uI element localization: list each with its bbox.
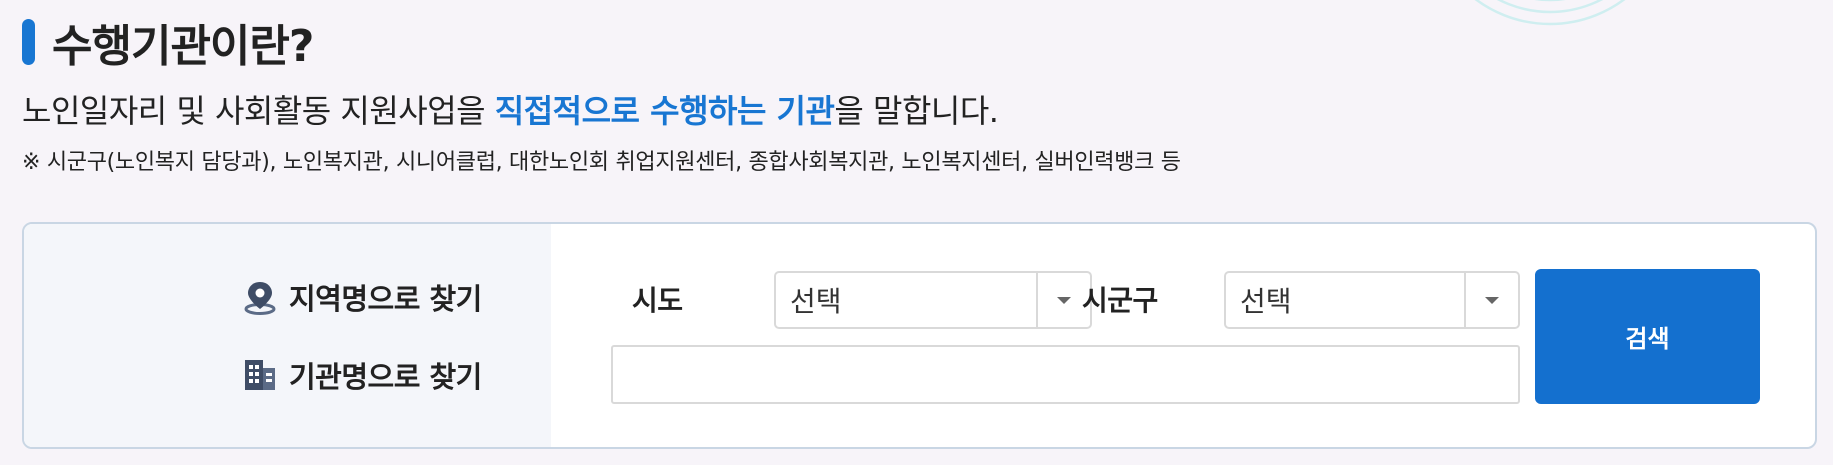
- sido-selected-value: 선택: [790, 285, 842, 318]
- sido-select[interactable]: 선택: [774, 271, 1092, 329]
- sigungu-dropdown-button[interactable]: [1464, 273, 1518, 327]
- decorative-arcs: [1474, 0, 1626, 26]
- search-button[interactable]: 검색: [1535, 269, 1760, 404]
- search-panel: 지역명으로 찾기 기관명으로 찾기 시도 선택 시군구 선택 검색: [22, 222, 1817, 449]
- sigungu-selected-value: 선택: [1240, 285, 1292, 318]
- description-highlight: 직접적으로 수행하는 기관: [494, 92, 835, 130]
- chevron-down-icon: [1057, 296, 1071, 304]
- find-by-org-label: 기관명으로 찾기: [243, 354, 482, 396]
- sigungu-select[interactable]: 선택: [1224, 271, 1520, 329]
- examples-note: ※ 시군구(노인복지 담당과), 노인복지관, 시니어클럽, 대한노인회 취업지…: [22, 150, 1181, 175]
- description-suffix: 을 말합니다.: [834, 92, 999, 130]
- description: 노인일자리 및 사회활동 지원사업을 직접적으로 수행하는 기관을 말합니다.: [22, 86, 999, 132]
- description-prefix: 노인일자리 및 사회활동 지원사업을: [22, 92, 495, 130]
- page-title-row: 수행기관이란?: [22, 12, 314, 72]
- find-by-region-label: 지역명으로 찾기: [243, 276, 482, 318]
- sido-label: 시도: [632, 284, 683, 317]
- title-accent-bar: [22, 19, 35, 65]
- sigungu-label: 시군구: [1082, 284, 1158, 317]
- org-name-input[interactable]: [611, 345, 1520, 404]
- find-by-region-text: 지역명으로 찾기: [289, 282, 482, 316]
- find-by-org-text: 기관명으로 찾기: [289, 360, 482, 394]
- search-labels-panel: 지역명으로 찾기 기관명으로 찾기: [24, 224, 551, 447]
- location-pin-icon: [243, 279, 277, 315]
- page-title: 수행기관이란?: [52, 21, 314, 72]
- building-icon: [243, 358, 277, 392]
- chevron-down-icon: [1485, 296, 1499, 304]
